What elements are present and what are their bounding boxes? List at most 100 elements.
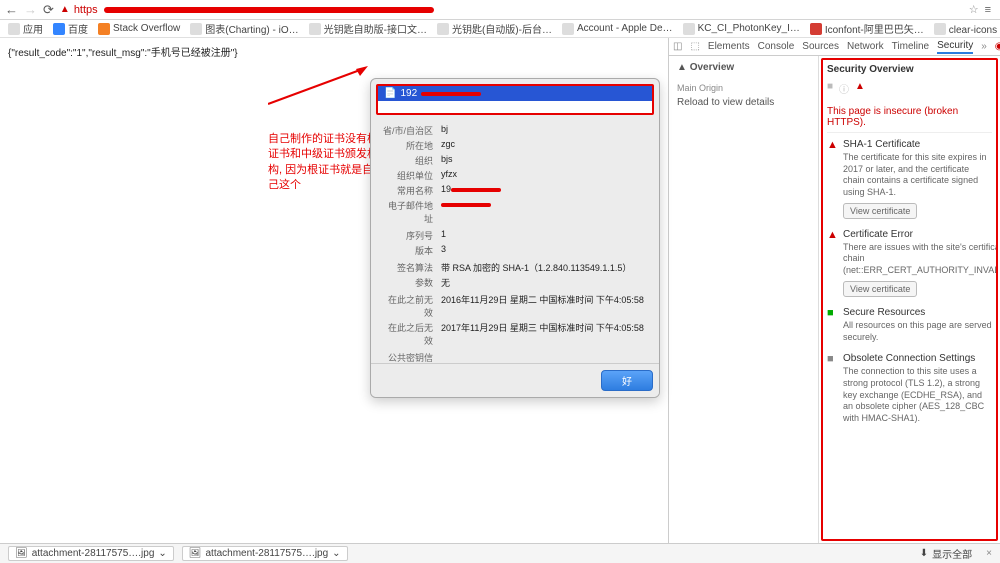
warning-icon: ▲ [855,81,865,96]
main-origin-heading: Main Origin [677,83,810,93]
bookmark-item[interactable]: 光钥匙自助版-接口文… [309,21,427,36]
png-icon [934,23,946,35]
cert-row: 常用名称19 [381,184,649,197]
bookmark-item[interactable]: 光钥匙(自动版)-后台… [437,21,552,36]
status-marker-icon: ▲ [827,139,835,219]
security-overview-panel: Security Overview ■ ⓘ ▲ This page is ins… [821,58,998,541]
devtools-dock-icon[interactable]: ◫ [673,41,682,52]
bookmark-item[interactable]: 应用 [8,21,43,36]
insecure-banner: This page is insecure (broken HTTPS). [827,102,992,133]
status-marker-icon: ▲ [827,229,835,297]
chart-icon [190,23,202,35]
url-redacted [104,7,434,13]
section-title: SHA-1 Certificate [843,139,992,150]
bookmark-item[interactable]: clear-icons PNG、I… [934,21,1000,36]
tabs-overflow[interactable]: » [981,41,987,52]
cert-row: 所在地zgc [381,139,649,152]
reload-button[interactable]: ⟳ [43,2,54,18]
iconfont-icon [810,23,822,35]
image-icon: 🖼 [189,548,202,559]
section-description: All resources on this page are served se… [843,320,992,343]
page-content: {"result_code":"1","result_msg":"手机号已经被注… [0,38,668,543]
stackoverflow-icon [98,23,110,35]
cert-row: 参数无 [381,276,649,289]
status-marker-icon: ■ [827,307,835,343]
cert-row: 序列号1 [381,229,649,242]
apps-icon [8,23,20,35]
cert-row: 省/市/自治区bj [381,124,649,137]
section-title: Certificate Error [843,229,998,240]
url-bar[interactable]: ▲ https [60,4,963,16]
devtools-tabs: ◫ ⬚ Elements Console Sources Network Tim… [669,38,1000,56]
key-icon [309,23,321,35]
annotation-arrow [268,66,368,106]
security-section: ▲ SHA-1 Certificate The certificate for th… [827,139,992,219]
section-title: Secure Resources [843,307,992,318]
browser-toolbar: ← → ⟳ ▲ https ☆ ≡ [0,0,1000,20]
cert-row: 版本3 [381,244,649,257]
apple-icon [562,23,574,35]
security-status-icons: ■ ⓘ ▲ [827,81,992,96]
image-icon: 🖼 [15,548,28,559]
cert-row: 组织单位yfzx [381,169,649,182]
tab-console[interactable]: Console [758,41,795,52]
chevron-down-icon[interactable]: ⌄ [158,548,166,559]
close-bar-icon[interactable]: × [986,548,992,559]
chevron-down-icon[interactable]: ⌄ [332,548,340,559]
download-item[interactable]: 🖼attachment-28117575….jpg⌄ [8,546,174,561]
bookmark-item[interactable]: 图表(Charting) - iO… [190,21,298,36]
reload-hint: Reload to view details [677,97,810,108]
security-sidebar: ▲ Overview Main Origin Reload to view de… [669,56,819,543]
cert-icon: 📄 [384,88,396,99]
tab-security[interactable]: Security [937,40,973,54]
annotation-text: 自己制作的证书没有根证书和中级证书颁发机构, 因为根证书就是自己这个 [268,132,378,194]
security-section: ▲Certificate ErrorThere are issues with … [827,229,992,297]
insecure-icon: ▲ [60,4,70,15]
response-json: {"result_code":"1","result_msg":"手机号已经被注… [8,44,660,59]
tab-timeline[interactable]: Timeline [892,41,929,52]
cert-title-bar[interactable]: 📄 192 [378,86,652,101]
show-all-downloads[interactable]: ⬇显示全部 [920,546,972,561]
info-icon: ⓘ [839,81,849,96]
tab-elements[interactable]: Elements [708,41,750,52]
url-https: https [74,4,98,16]
tab-network[interactable]: Network [847,41,884,52]
cert-row: 在此之后无效2017年11月29日 星期三 中国标准时间 下午4:05:58 [381,321,649,347]
key-icon [437,23,449,35]
bookmark-star-icon[interactable]: ☆ [969,3,979,16]
view-certificate-button[interactable]: View certificate [843,281,917,297]
forward-button[interactable]: → [24,2,37,17]
bookmark-item[interactable]: KC_CI_PhotonKey_I… [683,23,800,35]
cert-details[interactable]: 省/市/自治区bj所在地zgc组织bjs组织单位yfzx常用名称19电子邮件地址… [371,120,659,365]
security-overview-title: Security Overview [827,64,992,75]
cert-row: 在此之前无效2016年11月29日 星期二 中国标准时间 下午4:05:58 [381,293,649,319]
view-certificate-button[interactable]: View certificate [843,203,917,219]
download-icon: ⬇ [920,548,928,559]
back-button[interactable]: ← [5,2,18,17]
menu-icon[interactable]: ≡ [985,4,991,16]
bookmark-item[interactable]: Account - Apple De… [562,23,673,35]
devtools-panel: ◫ ⬚ Elements Console Sources Network Tim… [668,38,1000,543]
cert-footer: 好 [371,363,659,397]
section-title: Obsolete Connection Settings [843,353,992,364]
downloads-bar: 🖼attachment-28117575….jpg⌄ 🖼attachment-2… [0,543,1000,563]
certificate-dialog: 📄 192 省/市/自治区bj 所在地zgc 组织bjs 组织单位yfzx 常用名称19… [370,78,660,398]
cert-row: 签名算法带 RSA 加密的 SHA-1（1.2.840.113549.1.1.5… [381,261,649,274]
baidu-icon [53,23,65,35]
bookmark-item[interactable]: Stack Overflow [98,23,180,35]
cert-ok-button[interactable]: 好 [601,370,653,391]
bookmark-item[interactable]: 百度 [53,21,88,36]
security-section: ■Obsolete Connection SettingsThe connect… [827,353,992,424]
cert-row: 组织bjs [381,154,649,167]
devtools-inspect-icon[interactable]: ⬚ [690,41,699,52]
bookmark-item[interactable]: Iconfont-阿里巴巴矢… [810,21,924,36]
error-count[interactable]: ◉1 [995,41,1000,52]
status-marker-icon: ■ [827,353,835,424]
section-description: The certificate for this site expires in… [843,152,992,199]
redacted [421,92,481,96]
cert-header-highlight: 📄 192 [376,84,654,115]
section-description: There are issues with the site's certifi… [843,242,998,277]
download-item[interactable]: 🖼attachment-28117575….jpg⌄ [182,546,348,561]
tab-sources[interactable]: Sources [802,41,839,52]
overview-item[interactable]: ▲ Overview [677,62,810,73]
